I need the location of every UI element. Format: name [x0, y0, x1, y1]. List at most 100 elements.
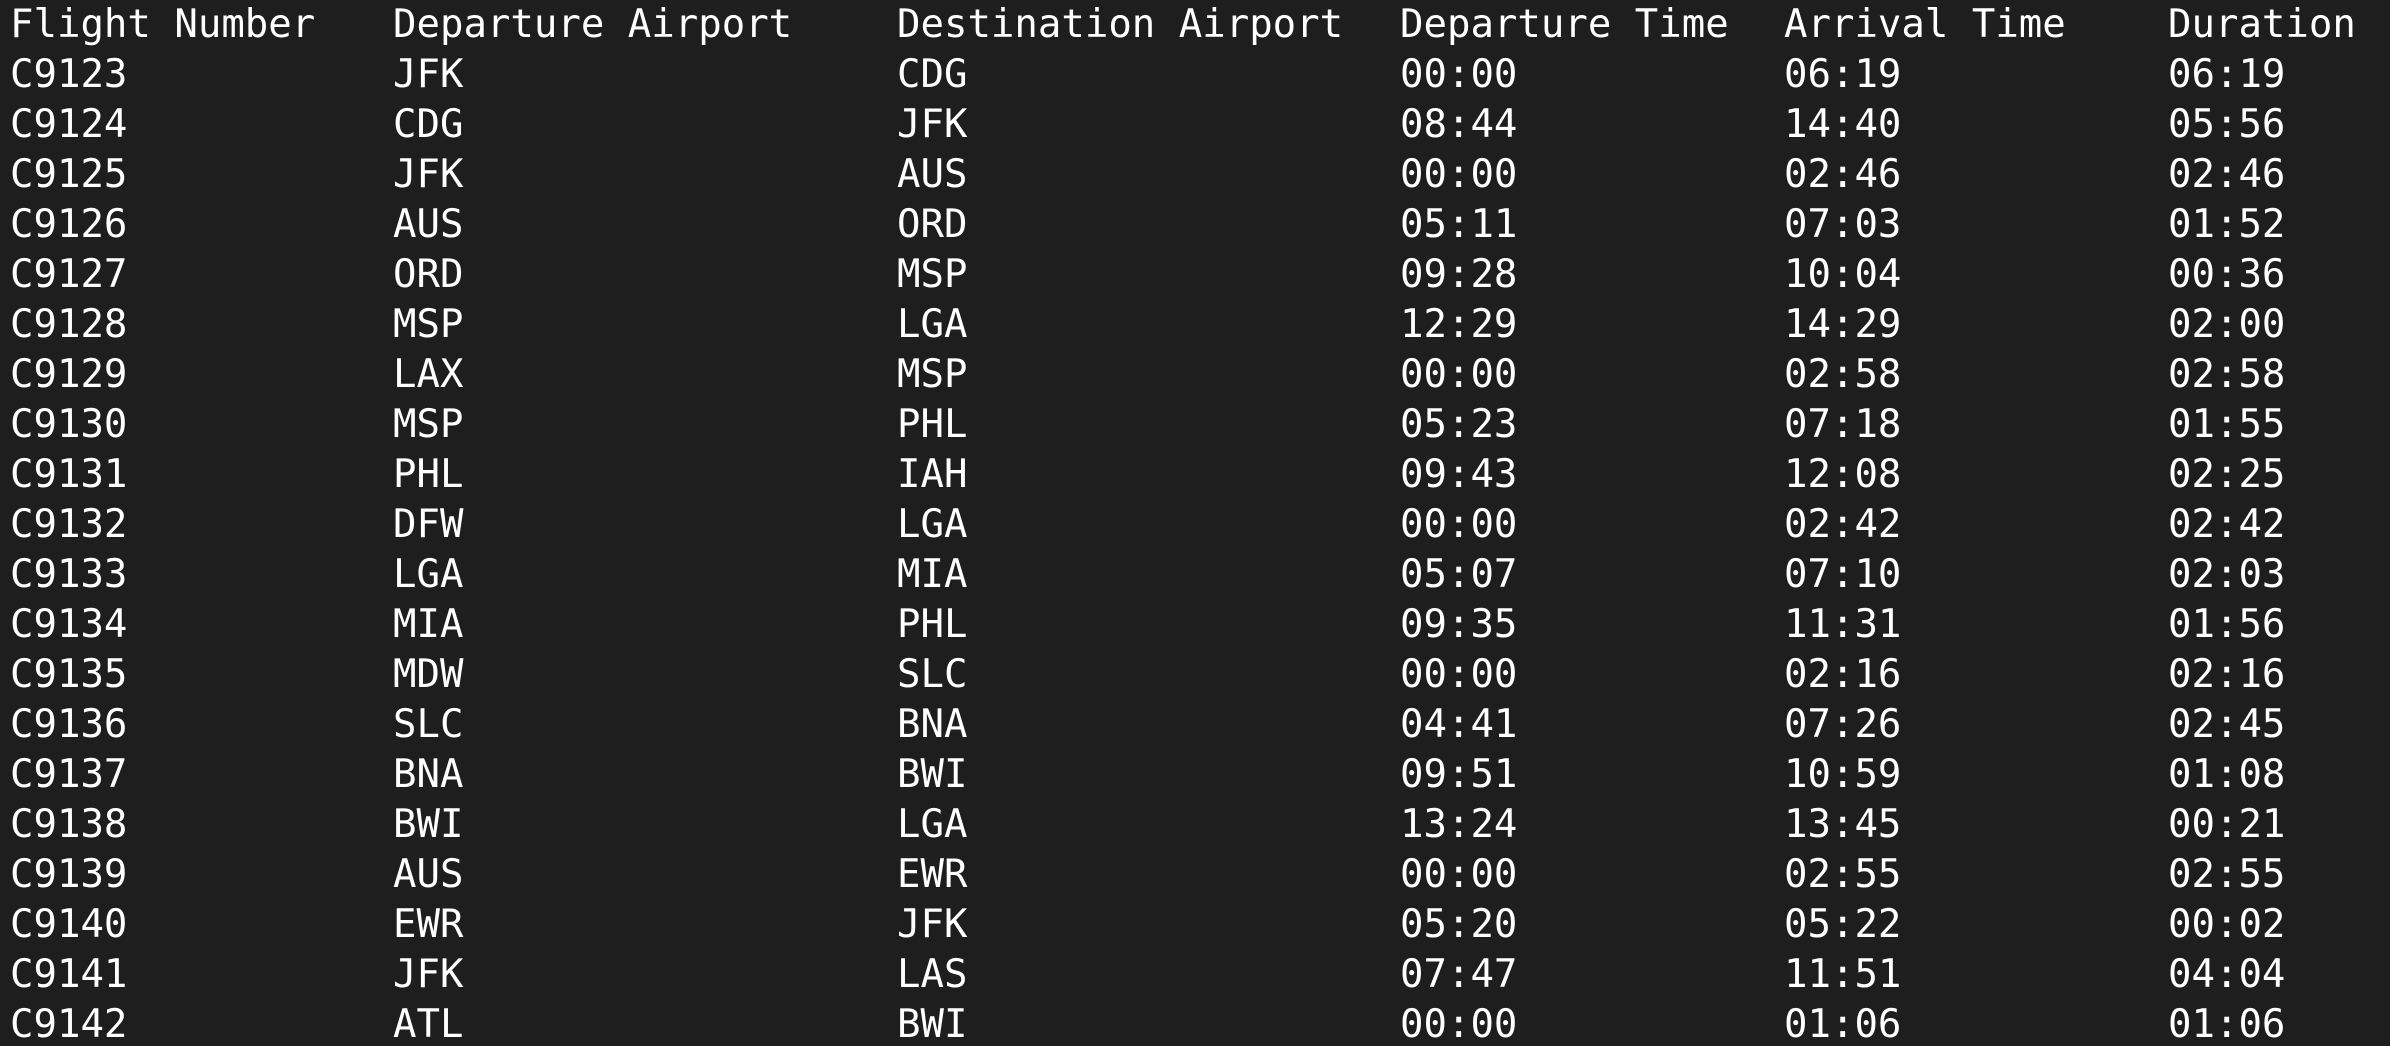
cell-arrival-time: 14:40 [1784, 102, 1902, 147]
cell-duration: 02:42 [2168, 502, 2286, 547]
cell-duration: 02:55 [2168, 852, 2286, 897]
table-row: C9126 AUS ORD 05:11 07:03 01:52 [0, 200, 2390, 250]
table-row: C9140 EWR JFK 05:20 05:22 00:02 [0, 900, 2390, 950]
cell-arrival-time: 07:10 [1784, 552, 1902, 597]
cell-duration: 00:36 [2168, 252, 2286, 297]
cell-flight-number: C9139 [10, 852, 128, 897]
cell-departure-time: 09:35 [1400, 602, 1518, 647]
cell-departure-time: 07:47 [1400, 952, 1518, 997]
table-row: C9131 PHL IAH 09:43 12:08 02:25 [0, 450, 2390, 500]
cell-departure-airport: MDW [393, 652, 464, 697]
cell-arrival-time: 11:51 [1784, 952, 1902, 997]
table-row: C9136 SLC BNA 04:41 07:26 02:45 [0, 700, 2390, 750]
cell-departure-airport: PHL [393, 452, 464, 497]
table-row: C9133 LGA MIA 05:07 07:10 02:03 [0, 550, 2390, 600]
cell-destination-airport: MSP [897, 352, 968, 397]
cell-flight-number: C9129 [10, 352, 128, 397]
cell-duration: 02:03 [2168, 552, 2286, 597]
cell-departure-airport: LGA [393, 552, 464, 597]
table-row: C9129 LAX MSP 00:00 02:58 02:58 [0, 350, 2390, 400]
cell-duration: 01:55 [2168, 402, 2286, 447]
cell-duration: 01:06 [2168, 1002, 2286, 1046]
cell-departure-time: 00:00 [1400, 852, 1518, 897]
cell-destination-airport: PHL [897, 602, 968, 647]
cell-arrival-time: 07:26 [1784, 702, 1902, 747]
cell-flight-number: C9141 [10, 952, 128, 997]
header-departure-time: Departure Time [1400, 2, 1729, 47]
cell-departure-time: 00:00 [1400, 502, 1518, 547]
cell-arrival-time: 13:45 [1784, 802, 1902, 847]
header-duration: Duration [2168, 2, 2356, 47]
cell-flight-number: C9130 [10, 402, 128, 447]
cell-destination-airport: LGA [897, 302, 968, 347]
cell-destination-airport: BWI [897, 1002, 968, 1046]
cell-duration: 01:08 [2168, 752, 2286, 797]
cell-arrival-time: 10:04 [1784, 252, 1902, 297]
cell-departure-airport: MIA [393, 602, 464, 647]
cell-departure-time: 00:00 [1400, 152, 1518, 197]
cell-flight-number: C9124 [10, 102, 128, 147]
cell-departure-airport: MSP [393, 302, 464, 347]
cell-departure-airport: BWI [393, 802, 464, 847]
cell-destination-airport: CDG [897, 52, 968, 97]
cell-departure-time: 05:07 [1400, 552, 1518, 597]
cell-arrival-time: 02:16 [1784, 652, 1902, 697]
cell-duration: 04:04 [2168, 952, 2286, 997]
cell-arrival-time: 07:18 [1784, 402, 1902, 447]
cell-flight-number: C9135 [10, 652, 128, 697]
cell-departure-time: 05:23 [1400, 402, 1518, 447]
cell-flight-number: C9133 [10, 552, 128, 597]
table-row: C9138 BWI LGA 13:24 13:45 00:21 [0, 800, 2390, 850]
cell-arrival-time: 10:59 [1784, 752, 1902, 797]
cell-destination-airport: LGA [897, 802, 968, 847]
cell-arrival-time: 07:03 [1784, 202, 1902, 247]
cell-duration: 01:56 [2168, 602, 2286, 647]
cell-departure-time: 09:43 [1400, 452, 1518, 497]
cell-departure-airport: AUS [393, 852, 464, 897]
cell-arrival-time: 14:29 [1784, 302, 1902, 347]
cell-destination-airport: SLC [897, 652, 968, 697]
cell-departure-time: 12:29 [1400, 302, 1518, 347]
cell-departure-time: 04:41 [1400, 702, 1518, 747]
table-row: C9127 ORD MSP 09:28 10:04 00:36 [0, 250, 2390, 300]
cell-destination-airport: BWI [897, 752, 968, 797]
table-row: C9141 JFK LAS 07:47 11:51 04:04 [0, 950, 2390, 1000]
cell-departure-time: 00:00 [1400, 352, 1518, 397]
cell-departure-airport: LAX [393, 352, 464, 397]
cell-destination-airport: AUS [897, 152, 968, 197]
table-row: C9132 DFW LGA 00:00 02:42 02:42 [0, 500, 2390, 550]
table-row: C9134 MIA PHL 09:35 11:31 01:56 [0, 600, 2390, 650]
table-row: C9139 AUS EWR 00:00 02:55 02:55 [0, 850, 2390, 900]
cell-departure-time: 00:00 [1400, 1002, 1518, 1046]
cell-departure-airport: AUS [393, 202, 464, 247]
header-destination-airport: Destination Airport [897, 2, 1344, 47]
cell-departure-time: 00:00 [1400, 52, 1518, 97]
cell-destination-airport: BNA [897, 702, 968, 747]
cell-arrival-time: 02:42 [1784, 502, 1902, 547]
cell-flight-number: C9142 [10, 1002, 128, 1046]
cell-duration: 00:21 [2168, 802, 2286, 847]
cell-duration: 05:56 [2168, 102, 2286, 147]
cell-flight-number: C9127 [10, 252, 128, 297]
terminal-output: Flight Number Departure Airport Destinat… [0, 0, 2390, 1046]
table-row: C9142 ATL BWI 00:00 01:06 01:06 [0, 1000, 2390, 1046]
header-flight-number: Flight Number [10, 2, 316, 47]
cell-flight-number: C9134 [10, 602, 128, 647]
cell-destination-airport: IAH [897, 452, 968, 497]
cell-departure-airport: DFW [393, 502, 464, 547]
table-row: C9125 JFK AUS 00:00 02:46 02:46 [0, 150, 2390, 200]
cell-arrival-time: 12:08 [1784, 452, 1902, 497]
cell-destination-airport: MSP [897, 252, 968, 297]
table-row: C9128 MSP LGA 12:29 14:29 02:00 [0, 300, 2390, 350]
cell-departure-airport: JFK [393, 952, 464, 997]
table-header-row: Flight Number Departure Airport Destinat… [0, 0, 2390, 50]
table-body: C9123 JFK CDG 00:00 06:19 06:19 C9124 CDG JFK 08:… [0, 50, 2390, 1046]
cell-departure-airport: BNA [393, 752, 464, 797]
cell-flight-number: C9123 [10, 52, 128, 97]
cell-arrival-time: 06:19 [1784, 52, 1902, 97]
cell-flight-number: C9131 [10, 452, 128, 497]
cell-departure-time: 13:24 [1400, 802, 1518, 847]
cell-departure-time: 09:51 [1400, 752, 1518, 797]
cell-destination-airport: LAS [897, 952, 968, 997]
table-row: C9137 BNA BWI 09:51 10:59 01:08 [0, 750, 2390, 800]
